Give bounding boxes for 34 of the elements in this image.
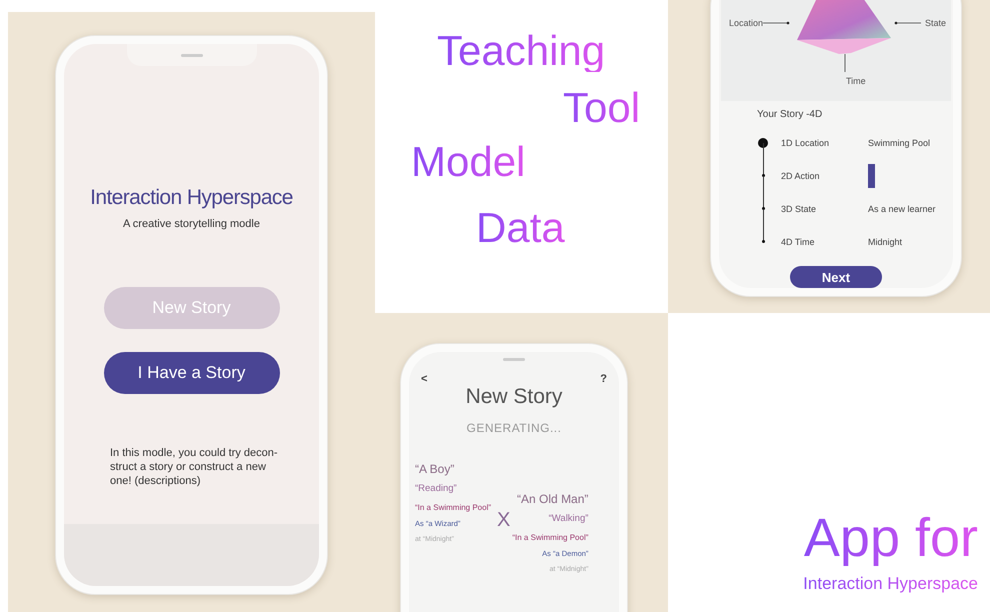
story-element: “In a Swimming Pool”: [415, 502, 492, 514]
story-heading: Your Story -4D: [757, 109, 822, 120]
axis-label: Time: [846, 76, 866, 86]
combine-sign: X: [497, 509, 510, 533]
leader-line: [844, 54, 846, 72]
app-title: Interaction Hyperspace: [90, 186, 293, 210]
story-element: “Walking”: [548, 512, 588, 526]
value-bar: [868, 164, 875, 188]
story-element: “A Boy”: [415, 461, 454, 478]
dimension-label: 4D Time: [781, 236, 816, 246]
story-element: “An Old Man”: [517, 491, 588, 508]
story-button[interactable]: I Have a Story: [104, 352, 280, 394]
status-text: GENERATING...: [466, 421, 562, 435]
speaker-grille: [180, 54, 202, 56]
story-element: “In a Swimming Pool”: [512, 532, 588, 544]
leader-line: [762, 22, 790, 24]
next-button[interactable]: Next: [790, 266, 882, 288]
speaker-grille: [503, 358, 525, 361]
dimension-value: Midnight: [868, 236, 902, 246]
dimension-label: 3D State: [781, 204, 818, 214]
back-button[interactable]: <: [421, 373, 428, 385]
dimension-label: 2D Action: [781, 170, 821, 180]
dimension-value: Swimming Pool: [868, 138, 930, 148]
app-subtitle: A creative storytelling modle: [123, 218, 260, 230]
description-text: In this modle, you could try decon-struct a story or construct a new one! (descriptions): [110, 446, 279, 488]
leader-line: [894, 22, 922, 24]
axis-label: State: [925, 18, 946, 28]
dimension-label: 1D Location: [781, 138, 830, 148]
screen-title: New Story: [466, 385, 562, 409]
dimension-value: As a new learner: [868, 204, 936, 214]
axis-label: Location: [729, 18, 764, 28]
story-element: “Reading”: [415, 482, 457, 496]
help-button[interactable]: ?: [600, 373, 607, 385]
tagline-subtitle: Interaction Hyperspace: [803, 574, 978, 594]
